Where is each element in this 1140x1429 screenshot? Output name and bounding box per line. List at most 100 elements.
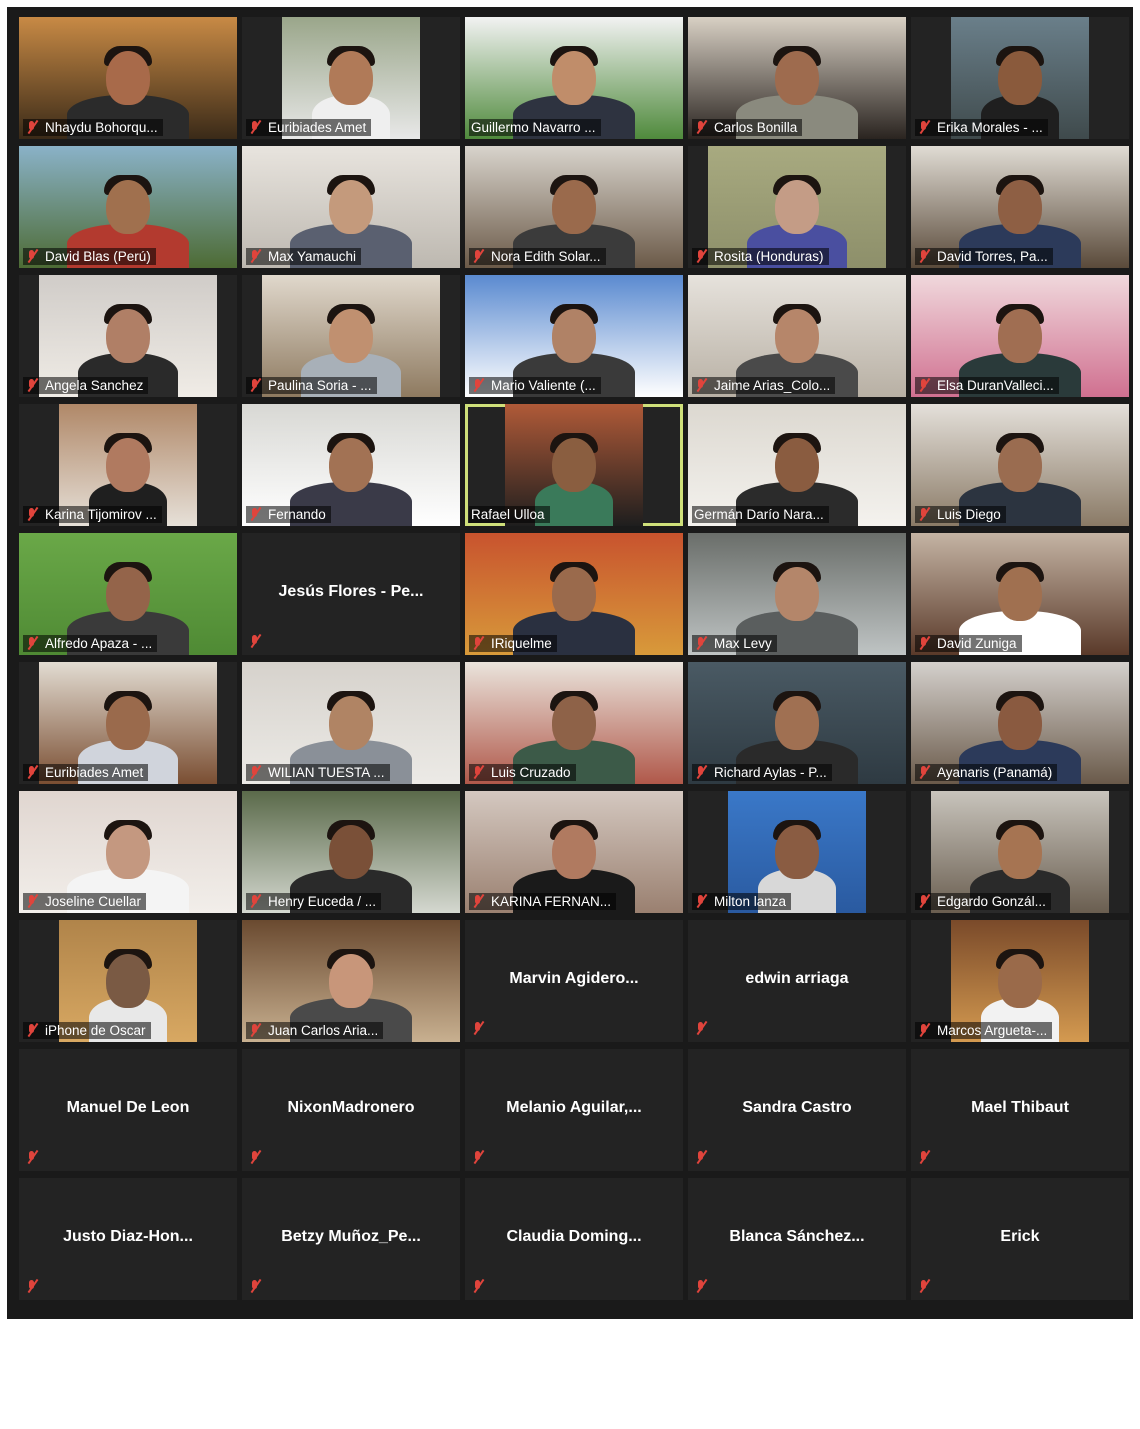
participant-tile[interactable]: Mario Valiente (...: [465, 275, 683, 397]
participant-tile[interactable]: Marvin Agidero...: [465, 920, 683, 1042]
participant-name-label: Edgardo Gonzál...: [915, 893, 1051, 910]
participant-name: Germán Darío Nara...: [694, 507, 824, 522]
participant-face: [329, 825, 373, 880]
participant-tile[interactable]: Guillermo Navarro ...: [465, 17, 683, 139]
participant-tile[interactable]: David Blas (Perú): [19, 146, 237, 268]
participant-tile[interactable]: Betzy Muñoz_Pe...: [242, 1178, 460, 1300]
muted-mic-icon: [694, 1150, 708, 1165]
participant-tile[interactable]: Manuel De Leon: [19, 1049, 237, 1171]
participant-tile[interactable]: Milton lanza: [688, 791, 906, 913]
participant-tile[interactable]: Jesús Flores - Pe...: [242, 533, 460, 655]
participant-tile[interactable]: IRiquelme: [465, 533, 683, 655]
participant-tile[interactable]: Blanca Sánchez...: [688, 1178, 906, 1300]
participant-name: Angela Sanchez: [45, 378, 144, 393]
participant-face: [775, 825, 819, 880]
participant-tile[interactable]: Ayanaris (Panamá): [911, 662, 1129, 784]
muted-mic-icon: [694, 894, 708, 909]
participant-tile[interactable]: Nora Edith Solar...: [465, 146, 683, 268]
participant-tile[interactable]: Joseline Cuellar: [19, 791, 237, 913]
participant-name: Euribiades Amet: [45, 765, 144, 780]
participant-tile[interactable]: David Torres, Pa...: [911, 146, 1129, 268]
participant-tile[interactable]: David Zuniga: [911, 533, 1129, 655]
participant-name: Paulina Soria - ...: [268, 378, 372, 393]
participant-face: [998, 567, 1042, 622]
muted-mic-icon: [248, 120, 262, 135]
participant-tile[interactable]: Melanio Aguilar,...: [465, 1049, 683, 1171]
participant-tile[interactable]: Erika Morales - ...: [911, 17, 1129, 139]
participant-tile[interactable]: Karina Tijomirov ...: [19, 404, 237, 526]
participant-tile[interactable]: Luis Cruzado: [465, 662, 683, 784]
muted-mic-icon: [694, 765, 708, 780]
participant-tile[interactable]: WILIAN TUESTA ...: [242, 662, 460, 784]
participant-face: [998, 696, 1042, 751]
participant-tile[interactable]: Henry Euceda / ...: [242, 791, 460, 913]
participant-tile[interactable]: Euribiades Amet: [242, 17, 460, 139]
participant-tile[interactable]: Angela Sanchez: [19, 275, 237, 397]
participant-tile[interactable]: Max Yamauchi: [242, 146, 460, 268]
participant-face: [775, 567, 819, 622]
participant-name: Blanca Sánchez...: [729, 1228, 865, 1246]
muted-mic-icon: [694, 120, 708, 135]
participant-tile[interactable]: Marcos Argueta-...: [911, 920, 1129, 1042]
muted-mic-icon: [25, 120, 39, 135]
participant-tile[interactable]: Fernando: [242, 404, 460, 526]
participant-face: [106, 180, 150, 235]
participant-tile[interactable]: Rafael Ulloa: [465, 404, 683, 526]
muted-mic-icon: [917, 378, 931, 393]
participant-name: Betzy Muñoz_Pe...: [281, 1228, 421, 1246]
participant-name-label: Max Levy: [692, 635, 777, 652]
participant-tile[interactable]: Edgardo Gonzál...: [911, 791, 1129, 913]
participant-tile[interactable]: Jaime Arias_Colo...: [688, 275, 906, 397]
muted-mic-icon: [917, 636, 931, 651]
muted-mic-icon: [248, 249, 262, 264]
participant-name: Claudia Doming...: [506, 1228, 642, 1246]
participant-tile[interactable]: Elsa DuranValleci...: [911, 275, 1129, 397]
participant-tile[interactable]: Max Levy: [688, 533, 906, 655]
participant-tile[interactable]: Juan Carlos Aria...: [242, 920, 460, 1042]
participant-tile[interactable]: Paulina Soria - ...: [242, 275, 460, 397]
participant-tile[interactable]: Mael Thibaut: [911, 1049, 1129, 1171]
participant-tile[interactable]: Richard Aylas - P...: [688, 662, 906, 784]
muted-mic-icon: [917, 507, 931, 522]
participant-name: Marvin Agidero...: [509, 970, 639, 988]
participant-name-label: Karina Tijomirov ...: [23, 506, 162, 523]
participant-name-label: Elsa DuranValleci...: [915, 377, 1059, 394]
participant-tile[interactable]: Sandra Castro: [688, 1049, 906, 1171]
participant-tile[interactable]: Nhaydu Bohorqu...: [19, 17, 237, 139]
participant-tile[interactable]: Germán Darío Nara...: [688, 404, 906, 526]
muted-mic-icon: [471, 378, 485, 393]
participant-name-label: Guillermo Navarro ...: [469, 119, 601, 136]
participant-name-label: David Blas (Perú): [23, 248, 156, 265]
participant-name: Luis Cruzado: [491, 765, 571, 780]
participant-tile[interactable]: edwin arriaga: [688, 920, 906, 1042]
participant-tile[interactable]: NixonMadronero: [242, 1049, 460, 1171]
participant-face: [775, 51, 819, 106]
participant-name-label: Mario Valiente (...: [469, 377, 601, 394]
participant-name: Jesús Flores - Pe...: [278, 583, 424, 601]
participant-name: Karina Tijomirov ...: [45, 507, 157, 522]
participant-tile[interactable]: Alfredo Apaza - ...: [19, 533, 237, 655]
participant-tile[interactable]: Claudia Doming...: [465, 1178, 683, 1300]
participant-tile[interactable]: Rosita (Honduras): [688, 146, 906, 268]
participant-name: Manuel De Leon: [66, 1099, 190, 1117]
muted-mic-icon: [248, 378, 262, 393]
participant-tile[interactable]: KARINA FERNAN...: [465, 791, 683, 913]
participant-tile[interactable]: Luis Diego: [911, 404, 1129, 526]
participant-name: Nora Edith Solar...: [491, 249, 601, 264]
participant-grid: Nhaydu Bohorqu... Euribiades Amet Guillerm…: [19, 17, 1129, 1429]
participant-name: NixonMadronero: [287, 1099, 415, 1117]
participant-name: Guillermo Navarro ...: [471, 120, 596, 135]
muted-mic-icon: [694, 1279, 708, 1294]
participant-tile[interactable]: Justo Diaz-Hon...: [19, 1178, 237, 1300]
participant-tile[interactable]: Erick: [911, 1178, 1129, 1300]
muted-mic-icon: [25, 1023, 39, 1038]
participant-tile[interactable]: iPhone de Oscar: [19, 920, 237, 1042]
participant-name-label: Joseline Cuellar: [23, 893, 147, 910]
participant-name-label: Milton lanza: [692, 893, 792, 910]
participant-face: [998, 825, 1042, 880]
participant-tile[interactable]: Carlos Bonilla: [688, 17, 906, 139]
participant-tile[interactable]: Euribiades Amet: [19, 662, 237, 784]
muted-mic-icon: [694, 249, 708, 264]
participant-face: [775, 180, 819, 235]
participant-name-label: Alfredo Apaza - ...: [23, 635, 158, 652]
